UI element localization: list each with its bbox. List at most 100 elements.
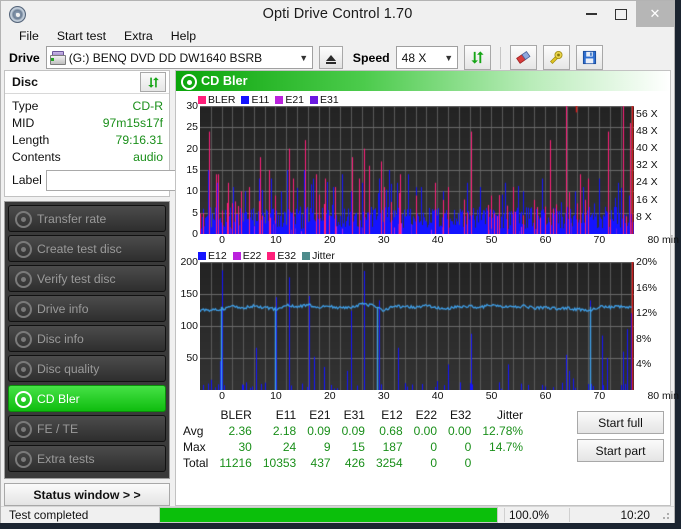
legend-label-jitter: Jitter	[312, 250, 335, 262]
sidebar-item-disc-quality[interactable]: Disc quality	[8, 355, 166, 382]
y-tick-label: 20	[186, 142, 198, 155]
sidebar-item-verify-test-disc[interactable]: Verify test disc	[8, 265, 166, 292]
x-tick-label: 10	[270, 390, 282, 402]
toolbar: Drive (G:) BENQ DVD DD DW1640 BSRB ▼ Spe…	[1, 45, 674, 70]
jitter-chart: E12 E22 E32 Jitter 50 100 150 200 4% 8% 12% 16…	[178, 250, 678, 404]
disc-row-type: Type CD-R	[12, 98, 163, 115]
window-title: Opti Drive Control 1.70	[262, 6, 413, 22]
tools-button[interactable]	[542, 45, 570, 70]
stats-col-jitter: Jitter	[497, 408, 524, 422]
disc-properties: Type CD-R MID 97m15s17f Length 79:16.31 …	[5, 94, 216, 196]
sidebar-item-create-test-disc[interactable]: Create test disc	[8, 235, 166, 262]
title-bar: Opti Drive Control 1.70 ✕	[1, 1, 674, 27]
stats-max-e11: 24	[282, 440, 297, 454]
sidebar-item-extra-tests[interactable]: Extra tests	[8, 445, 166, 472]
stats-avg-e21: 0.09	[307, 424, 331, 438]
x-tick-label: 50	[485, 390, 498, 402]
stats-total-e12: 3254	[375, 456, 403, 470]
sidebar-item-drive-info[interactable]: Drive info	[8, 295, 166, 322]
save-button[interactable]	[575, 45, 603, 70]
start-part-button[interactable]: Start part	[577, 439, 664, 462]
start-full-button[interactable]: Start full	[577, 411, 664, 434]
stats-total-e21: 437	[310, 456, 331, 470]
stats-row-label-total: Total	[183, 456, 209, 470]
sidebar-item-cd-bler[interactable]: CD Bler	[8, 385, 166, 412]
sidebar-item-transfer-rate[interactable]: Transfer rate	[8, 205, 166, 232]
bler-chart: BLER E11 E21 E31 0 5 10 15 20 25 30 8 X 16 X 24 …	[178, 94, 679, 248]
stats-max-e31: 15	[351, 440, 365, 454]
y2-tick-label: 20%	[636, 256, 658, 268]
x-tick-label: 50	[485, 234, 498, 246]
sidebar-item-fe-te[interactable]: FE / TE	[8, 415, 166, 442]
table-row: Total 11216 10353 437 426 3254 0 0	[181, 455, 528, 471]
stats-max-e22: 0	[430, 440, 437, 454]
drive-icon	[49, 51, 66, 65]
jitter-y-axis: 50 100 150 200	[178, 256, 200, 390]
stats-max-jitter: 14.7%	[489, 440, 524, 454]
y-tick-label: 50	[186, 352, 198, 364]
legend-label-e21: E21	[285, 94, 305, 106]
legend-swatch-e11	[241, 96, 250, 104]
legend-label-e31: E31	[320, 94, 339, 106]
graphs-container: BLER E11 E21 E31 0 5 10 15 20 25 30 8 X 16 X 24 …	[176, 91, 679, 471]
refresh-arrows-icon	[147, 76, 159, 88]
stats-total-jitter	[476, 455, 528, 471]
disc-burn-icon	[15, 241, 32, 258]
disc-info-icon	[15, 331, 32, 348]
menu-item-help[interactable]: Help	[162, 27, 205, 45]
test-nav-list: Transfer rate Create test disc Verify te…	[4, 201, 170, 479]
disc-panel-title: Disc	[12, 75, 38, 89]
legend-swatch-e32	[267, 252, 276, 260]
refresh-arrows-icon	[471, 51, 484, 64]
drive-label: Drive	[9, 50, 40, 65]
y2-tick-label: 12%	[636, 307, 658, 320]
menu-item-extra[interactable]: Extra	[115, 27, 162, 45]
erase-button[interactable]	[509, 45, 537, 70]
speed-select[interactable]: 48 X ▼	[395, 46, 458, 69]
stats-col-bler: BLER	[220, 408, 252, 422]
legend-label-e11: E11	[251, 94, 270, 106]
y2-tick-label: 40 X	[636, 141, 658, 154]
chevron-down-icon: ▼	[299, 52, 309, 63]
y2-tick-label: 4%	[636, 358, 652, 371]
disc-quality-icon	[15, 361, 32, 378]
disc-value-contents: audio	[133, 150, 163, 164]
y-tick-label: 200	[180, 256, 198, 268]
stats-max-e12: 187	[382, 440, 403, 454]
disc-label-input[interactable]	[45, 169, 194, 191]
y2-tick-label: 24 X	[636, 176, 658, 189]
resize-grip-icon[interactable]	[658, 508, 672, 522]
stats-avg-e31: 0.09	[341, 424, 365, 438]
y2-tick-label: 48 X	[636, 124, 658, 137]
cd-bler-panel: CD Bler BLER E11 E21 E31 0 5 10 15 20 25 30	[175, 70, 679, 506]
status-window-button[interactable]: Status window > >	[4, 483, 170, 506]
start-buttons: Start full Start part	[577, 407, 668, 471]
y2-tick-label: 16%	[636, 281, 658, 294]
stats-corner	[181, 407, 213, 423]
y2-tick-label: 8 X	[636, 210, 652, 223]
y2-tick-label: 32 X	[636, 159, 658, 172]
disc-label-row: Label	[12, 169, 216, 191]
legend-swatch-e31	[310, 96, 319, 104]
application-window: Opti Drive Control 1.70 ✕ File Start tes…	[0, 0, 679, 523]
x-tick-label: 0	[219, 234, 225, 246]
stats-col-e11: E11	[275, 408, 297, 422]
eject-button[interactable]	[318, 46, 343, 69]
stats-total-e11: 10353	[262, 456, 297, 470]
legend-label-e22: E22	[242, 250, 262, 262]
drive-select[interactable]: (G:) BENQ DVD DD DW1640 BSRB ▼	[45, 46, 313, 69]
sidebar-label-drive-info: Drive info	[37, 301, 89, 316]
refresh-button[interactable]	[463, 45, 491, 70]
sidebar-item-disc-info[interactable]: Disc info	[8, 325, 166, 352]
bler-plot-wrap: 0 5 10 15 20 25 30 8 X 16 X 24 X 32 X 40 X 48 X 56 X	[178, 100, 668, 240]
progress-bar-fill	[160, 508, 497, 522]
legend-item-e22: E22	[232, 250, 262, 262]
table-row: Max 30 24 9 15 187 0 0 14.7%	[181, 439, 528, 455]
sidebar-label-disc-info: Disc info	[37, 331, 84, 346]
floppy-save-icon	[582, 50, 596, 65]
drive-select-value: (G:) BENQ DVD DD DW1640 BSRB	[68, 50, 263, 65]
menu-item-file[interactable]: File	[10, 27, 48, 45]
menu-item-start-test[interactable]: Start test	[48, 27, 115, 45]
disc-refresh-button[interactable]	[140, 72, 166, 92]
legend-swatch-jitter	[302, 252, 311, 260]
